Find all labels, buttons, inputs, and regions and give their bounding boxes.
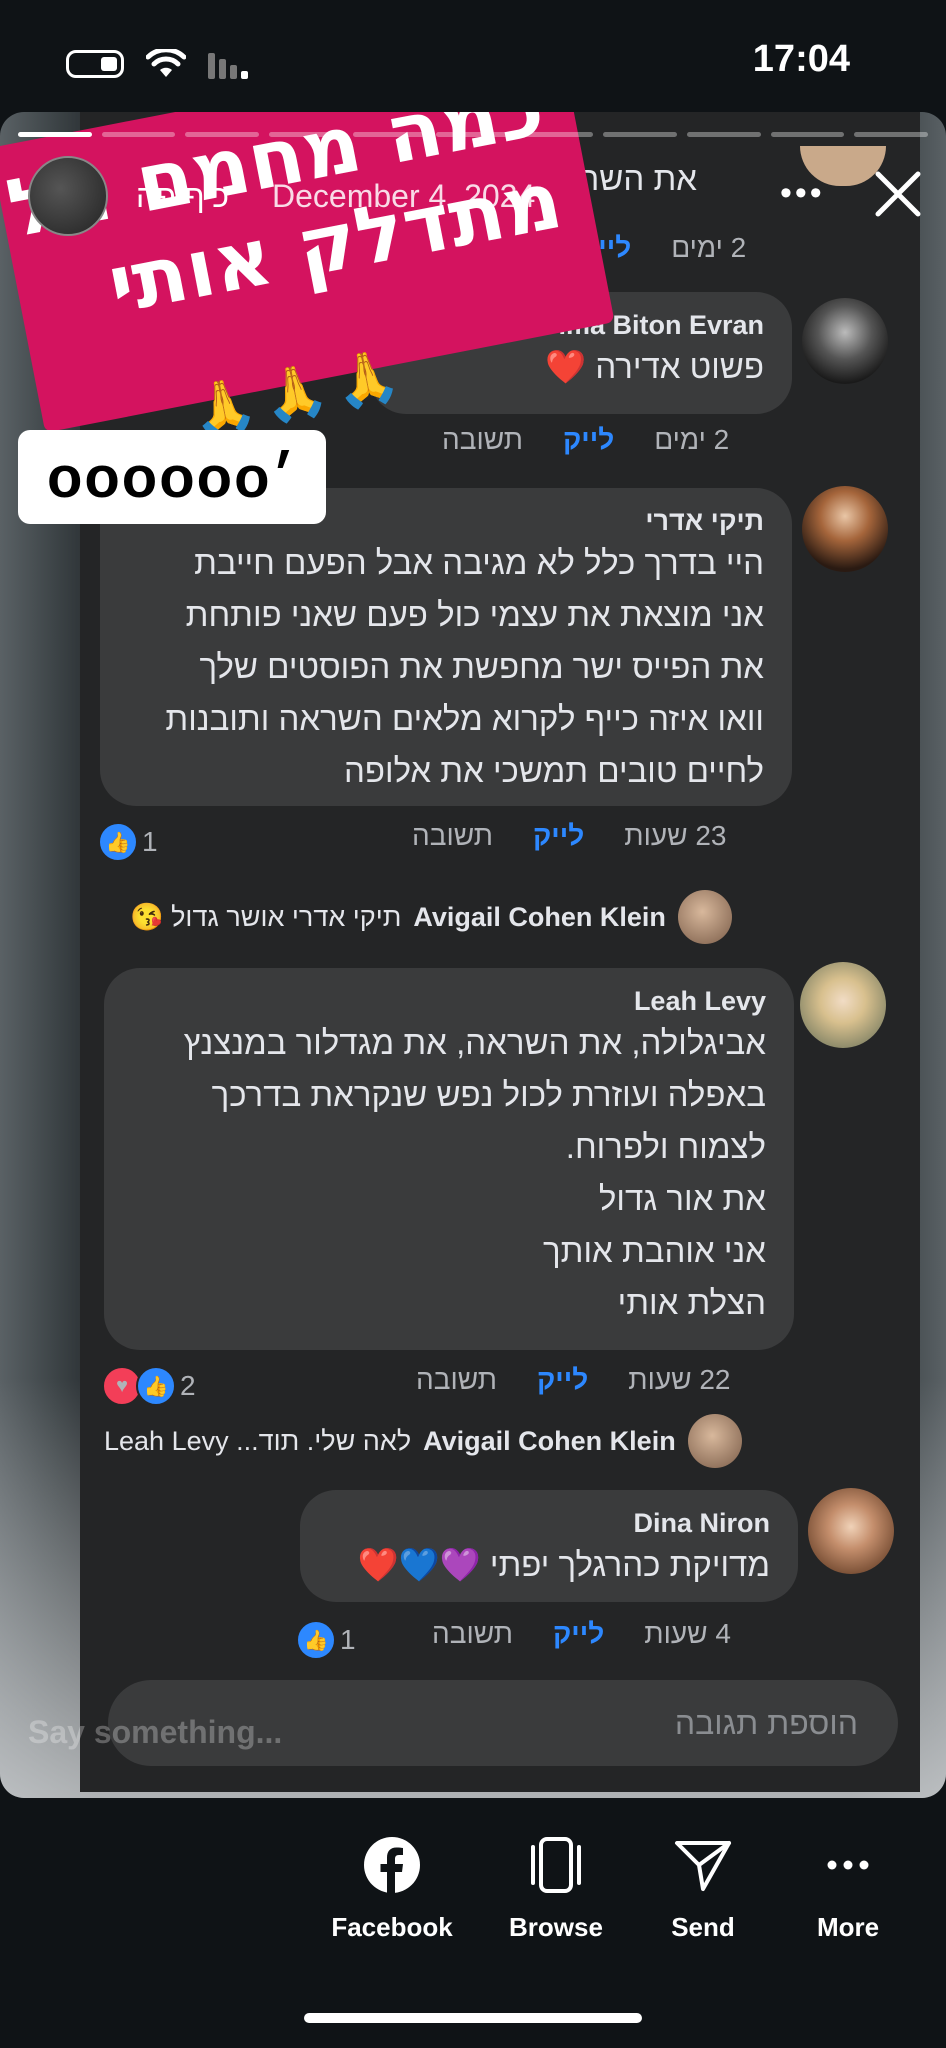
- reply-author: Avigail Cohen Klein: [413, 901, 666, 932]
- status-bar: 17:04: [0, 0, 946, 112]
- thumbs-up-icon: 👍: [136, 1366, 176, 1406]
- avatar: [802, 298, 888, 384]
- avatar: [808, 1488, 894, 1574]
- text-label-sticker: oooooo׳: [18, 430, 326, 524]
- more-button[interactable]: More: [773, 1830, 923, 1943]
- say-something-input[interactable]: Say something...: [28, 1714, 282, 1751]
- comment-meta: 22 שעות לייק תשובה: [416, 1364, 731, 1396]
- comment-time: 23 שעות: [624, 820, 727, 851]
- story-header: כיף פה December 4, 2024 •••: [28, 156, 921, 236]
- comment-text: אביגלולה, את השראה, את מגדלור במנצנץ באפ…: [183, 1024, 766, 1321]
- comment-time: 2 ימים: [654, 424, 730, 455]
- close-icon[interactable]: [870, 166, 926, 222]
- reply-link[interactable]: תשובה: [442, 424, 523, 456]
- facebook-label: Facebook: [331, 1912, 453, 1942]
- comment-time: 22 שעות: [628, 1364, 731, 1395]
- reaction-summary[interactable]: ♥ 👍 2: [102, 1366, 196, 1406]
- send-label: Send: [671, 1912, 735, 1942]
- progress-segment: [268, 132, 343, 137]
- story-progress: [18, 132, 929, 137]
- send-button[interactable]: Send: [628, 1830, 778, 1943]
- wifi-icon: [146, 49, 186, 77]
- more-options-icon[interactable]: •••: [780, 174, 825, 213]
- progress-segment: [185, 132, 259, 137]
- progress-segment: [519, 132, 594, 137]
- browse-button[interactable]: Browse: [481, 1830, 631, 1943]
- reply-text: תיקי אדרי אושר גדול 😘: [130, 902, 402, 932]
- thumbs-up-icon: 👍: [98, 822, 138, 862]
- browse-label: Browse: [509, 1912, 603, 1942]
- reaction-count: 2: [180, 1370, 196, 1401]
- avatar: [800, 962, 886, 1048]
- comment-meta: 4 שעות לייק תשובה: [432, 1618, 731, 1650]
- story-author[interactable]: כיף פה: [136, 178, 229, 215]
- comment-meta: 2 ימים לייק: [580, 232, 746, 264]
- reply-preview[interactable]: Avigail Cohen Klein לאה שלי. תוד... Leah…: [104, 1414, 742, 1468]
- facebook-icon: [364, 1837, 420, 1894]
- avatar: [677, 890, 732, 944]
- battery-icon: [66, 50, 124, 78]
- thumbs-up-icon: 👍: [296, 1620, 336, 1660]
- status-icons: [66, 48, 254, 80]
- reaction-summary[interactable]: 👍 1: [98, 822, 158, 862]
- comment-time: 2 ימים: [671, 232, 747, 263]
- more-label: More: [816, 1912, 880, 1942]
- story-date: December 4, 2024: [272, 178, 536, 214]
- status-time: 17:04: [752, 38, 850, 80]
- reaction-count: 1: [340, 1624, 356, 1655]
- more-icon: [827, 1860, 869, 1870]
- comment-meta: 2 ימים לייק תשובה: [442, 424, 729, 456]
- progress-segment: [687, 132, 761, 137]
- comment-author[interactable]: Dina Niron: [328, 1508, 770, 1539]
- comment-text: היי בדרך כלל לא מגיבה אבל הפעם חייבת אני…: [165, 544, 764, 789]
- progress-segment: [770, 132, 845, 137]
- browse-icon: [531, 1837, 581, 1893]
- reaction-summary[interactable]: 👍 1: [296, 1620, 356, 1660]
- progress-segment: [352, 132, 427, 137]
- home-indicator[interactable]: [304, 2013, 642, 2023]
- story-actions: Facebook Browse Send More: [0, 1830, 946, 1960]
- progress-segment: [603, 132, 678, 137]
- reply-link[interactable]: תשובה: [416, 1364, 497, 1396]
- comment-time: 4 שעות: [644, 1618, 731, 1649]
- reply-author: Avigail Cohen Klein: [423, 1425, 676, 1456]
- comment-text: מדויקת כהרגלך יפתי 💜💙❤️: [357, 1546, 770, 1583]
- signal-icon: [208, 53, 248, 79]
- reaction-count: 1: [142, 826, 158, 857]
- progress-segment: [101, 132, 176, 137]
- like-link[interactable]: לייק: [533, 820, 584, 852]
- progress-segment: [854, 132, 929, 137]
- avatar: [687, 1414, 742, 1468]
- comment-author[interactable]: Leah Levy: [132, 986, 766, 1017]
- progress-segment: [436, 132, 510, 137]
- comment-bubble: תיקי אדרי היי בדרך כלל לא מגיבה אבל הפעם…: [100, 488, 792, 806]
- reply-text: לאה שלי. תוד... Leah Levy: [104, 1425, 412, 1456]
- avatar: [802, 486, 888, 572]
- story-card[interactable]: את השראה 2 ימים לייק ima Biton Evran פשו…: [0, 112, 946, 1798]
- comment-bubble: Dina Niron מדויקת כהרגלך יפתי 💜💙❤️: [300, 1490, 798, 1602]
- like-link[interactable]: לייק: [553, 1618, 604, 1650]
- like-link[interactable]: לייק: [537, 1364, 588, 1396]
- send-icon: [675, 1841, 731, 1891]
- comment-bubble: Leah Levy אביגלולה, את השראה, את מגדלור …: [104, 968, 794, 1350]
- progress-segment: [18, 132, 92, 137]
- reply-preview[interactable]: Avigail Cohen Klein תיקי אדרי אושר גדול …: [130, 890, 732, 944]
- facebook-button[interactable]: Facebook: [317, 1830, 467, 1943]
- comment-meta: 23 שעות לייק תשובה: [412, 820, 727, 852]
- like-link[interactable]: לייק: [563, 424, 614, 456]
- story-avatar[interactable]: [28, 156, 108, 236]
- composer-placeholder: הוספת תגובה: [674, 1704, 858, 1741]
- reply-link[interactable]: תשובה: [412, 820, 493, 852]
- reply-link[interactable]: תשובה: [432, 1618, 513, 1650]
